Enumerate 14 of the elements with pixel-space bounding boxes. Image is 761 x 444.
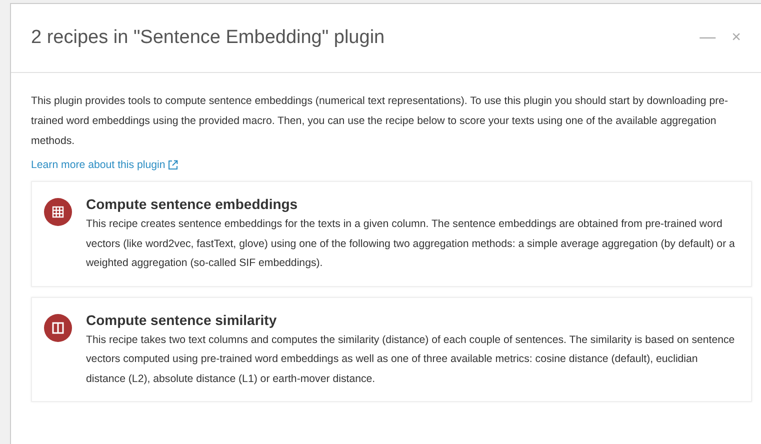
recipe-title: Compute sentence embeddings — [86, 196, 299, 212]
plugin-description: This plugin provides tools to compute sentence embeddings (numerical text representations). To use this plugin you should start by downloading pre-trained word embeddings using the provided macro. Then, you can use the recipe below to score your texts using one of the available aggregation methods. — [31, 94, 730, 149]
recipe-card[interactable] — [31, 181, 752, 286]
minimize-button[interactable]: — — [692, 29, 724, 47]
recipe-description: This recipe creates sentence embeddings for the texts in a given column. The sentence embeddings are obtained from pre-trained word vectors (like word2vec, fastText, glove) using one of the following two aggregation methods: a simple average aggregation (by default) or a weighted aggregation (so-called SIF embeddings). — [86, 217, 736, 271]
columns-icon — [44, 314, 72, 342]
recipe-card[interactable] — [31, 296, 752, 402]
learn-more-link[interactable]: Learn more about this plugin — [31, 159, 178, 171]
close-button[interactable]: × — [724, 29, 749, 47]
dialog-title: 2 recipes in "Sentence Embedding" plugin — [31, 27, 386, 49]
table-icon — [44, 198, 72, 226]
external-link-icon — [168, 160, 178, 170]
recipe-title: Compute sentence similarity — [86, 312, 278, 328]
recipe-description: This recipe takes two text columns and computes the similarity (distance) of each couple of sentences. The similarity is based on sentence vectors computed using pre-trained word embeddings as well as one of three available metrics: cosine distance (default), euclidian distance (L2), absolute distance (L1) or earth-mover distance. — [86, 332, 736, 386]
